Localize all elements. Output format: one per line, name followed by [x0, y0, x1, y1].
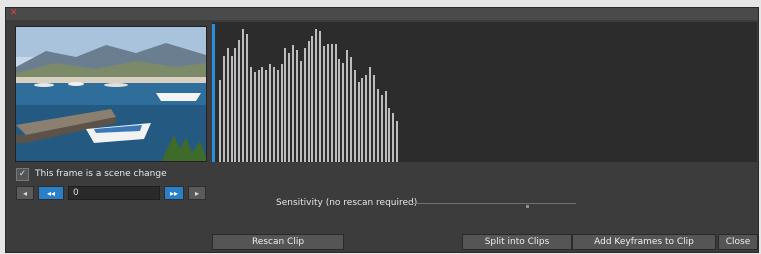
- histogram-bar: [219, 80, 221, 162]
- title-bar: ✕: [6, 8, 758, 20]
- histogram-bar: [269, 64, 272, 162]
- harbor-photo: [16, 27, 206, 161]
- close-button[interactable]: Close: [718, 234, 758, 250]
- histogram-bar: [303, 48, 306, 162]
- histogram-bar: [280, 64, 283, 162]
- sensitivity-slider-thumb[interactable]: [525, 205, 529, 208]
- next-frame-button[interactable]: ▸: [188, 186, 206, 200]
- histogram-bar: [353, 70, 356, 162]
- histogram-bar: [338, 59, 341, 162]
- histogram-bar: [376, 89, 379, 162]
- histogram-bar: [284, 48, 287, 162]
- sensitivity-label: Sensitivity (no rescan required): [276, 198, 418, 208]
- rewind-button[interactable]: ◂◂: [38, 186, 64, 200]
- histogram-cursor[interactable]: [212, 24, 215, 162]
- histogram-bar: [307, 41, 310, 162]
- split-into-clips-button[interactable]: Split into Clips: [462, 234, 572, 250]
- histogram-bar: [299, 61, 302, 162]
- histogram-bar: [357, 82, 360, 162]
- histogram-bar: [249, 67, 252, 162]
- histogram-bar: [388, 108, 391, 162]
- histogram-bar: [230, 56, 233, 162]
- histogram-bar: [265, 70, 268, 162]
- histogram-bar: [238, 40, 241, 162]
- scene-change-row[interactable]: ✓ This frame is a scene change: [16, 166, 167, 182]
- histogram-bar: [296, 50, 298, 162]
- histogram-bar: [242, 29, 245, 162]
- histogram-bar: [373, 75, 375, 162]
- histogram-bar: [326, 44, 329, 162]
- histogram-bar: [342, 63, 345, 162]
- histogram-bar: [288, 53, 291, 162]
- frame-preview: [15, 26, 207, 162]
- close-x-icon[interactable]: ✕: [10, 8, 18, 18]
- scene-change-label: This frame is a scene change: [35, 169, 167, 179]
- histogram-bar: [292, 45, 295, 162]
- histogram-bar: [334, 44, 337, 162]
- prev-frame-button[interactable]: ◂: [16, 186, 34, 200]
- rescan-clip-button[interactable]: Rescan Clip: [212, 234, 344, 250]
- histogram-bar: [384, 91, 387, 162]
- histogram-bar: [257, 70, 260, 162]
- histogram-bar: [346, 50, 349, 162]
- fast-forward-button[interactable]: ▸▸: [164, 186, 184, 200]
- histogram-bar: [361, 78, 364, 162]
- histogram-bar: [234, 48, 237, 162]
- histogram-bar: [315, 29, 318, 162]
- frame-number-field[interactable]: 0: [68, 186, 160, 200]
- histogram-bar: [380, 95, 383, 162]
- histogram-bar: [245, 34, 248, 162]
- histogram-bar: [253, 72, 256, 162]
- histogram-bar: [272, 67, 275, 162]
- histogram-bar: [330, 44, 333, 162]
- histogram-bar: [261, 67, 264, 162]
- scene-histogram[interactable]: [212, 22, 757, 162]
- histogram-bar: [369, 67, 372, 162]
- histogram-bar: [322, 46, 325, 162]
- add-keyframes-button[interactable]: Add Keyframes to Clip: [572, 234, 716, 250]
- sensitivity-slider[interactable]: [412, 203, 576, 204]
- histogram-bar: [222, 56, 225, 162]
- histogram-bar: [349, 57, 352, 162]
- histogram-bar: [392, 113, 395, 162]
- histogram-bar: [311, 36, 314, 162]
- histogram-bar: [396, 121, 399, 162]
- histogram-bar: [226, 48, 229, 162]
- histogram-bar: [319, 31, 322, 162]
- scene-change-checkbox[interactable]: ✓: [16, 167, 29, 181]
- histogram-bar: [365, 75, 368, 162]
- histogram-bar: [276, 70, 279, 162]
- scene-detection-dialog: ✕ ✓ This frame is a scene change ◂ ◂◂ 0 …: [5, 7, 759, 253]
